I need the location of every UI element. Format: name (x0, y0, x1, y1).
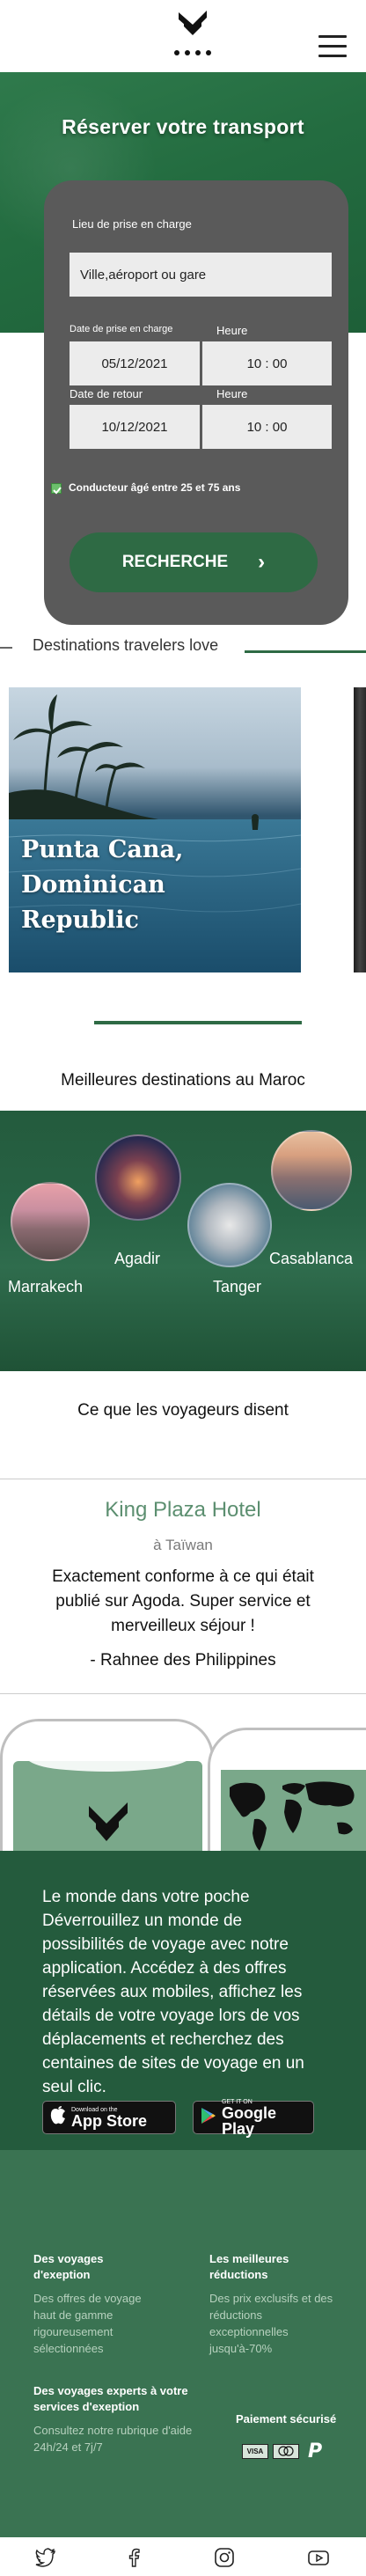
destination-name-line: Republic (21, 906, 139, 934)
hamburger-menu-icon[interactable] (318, 35, 347, 58)
city-image-casablanca[interactable] (271, 1130, 352, 1211)
footer-discounts-text: Des prix exclusifs et des réductions exc… (209, 2292, 333, 2355)
footer-payment-heading: Paiement sécurisé (236, 2412, 337, 2426)
destination-card-next-peek[interactable] (354, 687, 366, 972)
pickup-location-input[interactable]: Ville,aéroport ou gare (70, 253, 332, 297)
return-time-field[interactable]: 10 : 00 (202, 405, 332, 449)
city-image-agadir[interactable] (95, 1134, 181, 1221)
carousel-indicator-bar (94, 1021, 302, 1024)
city-label-agadir[interactable]: Agadir (114, 1250, 160, 1268)
search-button[interactable]: RECHERCHE › (70, 532, 318, 592)
social-links-bar (0, 2537, 366, 2576)
pickup-time-field[interactable]: 10 : 00 (202, 341, 332, 385)
review-author: - Rahnee des Philippines (90, 1651, 276, 1670)
pickup-date-label: Date de prise en charge (70, 324, 173, 334)
app-store-button[interactable]: Download on the App Store (42, 2101, 176, 2134)
paypal-icon: P (307, 2440, 323, 2462)
footer-exception-text: Des offres de voyage haut de gamme rigou… (33, 2292, 142, 2355)
twitter-icon[interactable] (35, 2548, 56, 2567)
morocco-destinations-title: Meilleures destinations au Maroc (61, 1071, 305, 1090)
footer-exception-heading: Des voyages d'exeption (33, 2252, 104, 2281)
search-button-label: RECHERCHE (121, 553, 229, 571)
review-hotel-name[interactable]: King Plaza Hotel (0, 1498, 366, 1523)
city-label-marrakech[interactable]: Marrakech (8, 1278, 83, 1296)
brand-logo-icon[interactable] (172, 7, 214, 62)
city-label-tanger[interactable]: Tanger (213, 1278, 261, 1296)
footer-discounts-heading: Les meilleures réductions (209, 2252, 289, 2281)
facebook-icon[interactable] (123, 2548, 144, 2567)
pickup-date-field[interactable]: 05/12/2021 (70, 341, 200, 385)
page: Réserver votre transport Lieu de prise e… (0, 0, 366, 2576)
app-store-label: App Store (71, 2111, 148, 2130)
section-divider-right (245, 650, 366, 653)
youtube-icon[interactable] (308, 2548, 329, 2567)
destination-name-line: Punta Cana, (21, 836, 184, 863)
return-date-label: Date de retour (70, 387, 143, 400)
pickup-time-label: Heure (216, 324, 248, 337)
return-date-field[interactable]: 10/12/2021 (70, 405, 200, 449)
chevron-right-icon: › (258, 550, 266, 574)
city-image-tanger[interactable] (187, 1183, 272, 1267)
payment-icons: VISA P (242, 2440, 326, 2462)
city-label-casablanca[interactable]: Casablanca (269, 1250, 353, 1268)
google-play-button[interactable]: GET IT ON Google Play (193, 2099, 314, 2138)
mastercard-icon (273, 2443, 299, 2459)
driver-age-checkbox[interactable] (51, 483, 62, 495)
site-header (0, 0, 366, 72)
section-divider-left (0, 647, 12, 649)
city-image-marrakech[interactable] (11, 1182, 90, 1261)
instagram-icon[interactable] (214, 2548, 235, 2567)
hero-title: Réserver votre transport (62, 115, 304, 138)
apple-icon (50, 2105, 66, 2130)
destination-name-line: Dominican (21, 871, 165, 899)
review-location: à Taïwan (153, 1537, 213, 1553)
driver-age-label: Conducteur âgé entre 25 et 75 ans (69, 481, 241, 494)
destination-card-punta-cana[interactable]: Punta Cana, Dominican Republic (9, 687, 301, 972)
return-time-label: Heure (216, 387, 248, 400)
footer-experts-heading: Des voyages experts à votre services d'e… (33, 2384, 188, 2413)
pickup-location-label: Lieu de prise en charge (72, 217, 192, 231)
destination-name: Punta Cana, Dominican Republic (21, 833, 183, 938)
reviews-title: Ce que les voyageurs disent (77, 1401, 289, 1420)
visa-icon: VISA (242, 2443, 268, 2459)
app-promo-text: Le monde dans votre poche Déverrouillez … (42, 1888, 304, 2096)
google-play-label: Google Play (222, 2103, 276, 2138)
destinations-love-title: Destinations travelers love (33, 636, 219, 654)
review-quote: Exactement conforme à ce qui était publi… (52, 1567, 314, 1635)
google-play-icon (201, 2107, 216, 2129)
footer-experts-text: Consultez notre rubrique d'aide 24h/24 e… (33, 2424, 193, 2454)
